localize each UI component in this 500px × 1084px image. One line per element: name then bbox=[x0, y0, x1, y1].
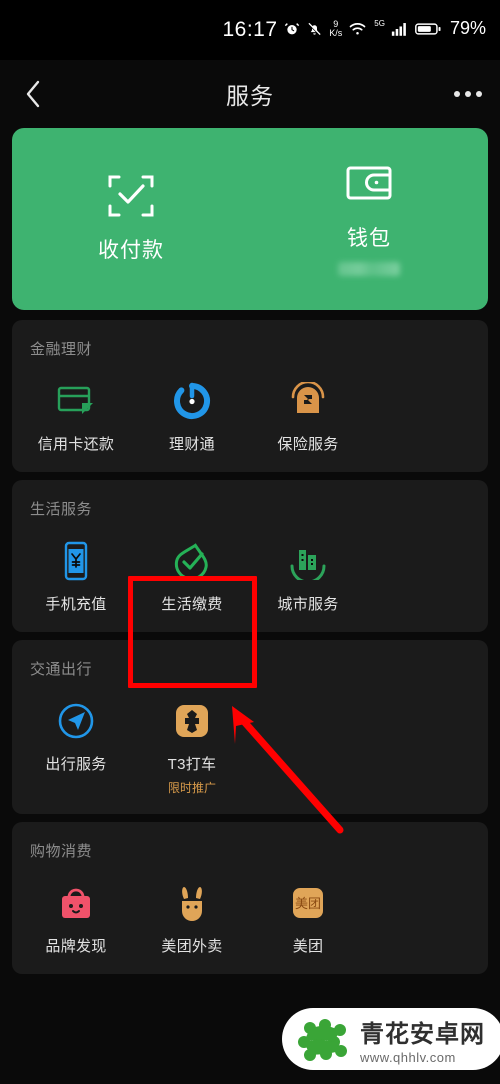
signal-bars-icon bbox=[391, 22, 408, 36]
brand-discovery-icon bbox=[57, 881, 95, 925]
tile-label: 出行服务 bbox=[45, 756, 107, 773]
licaitong-icon bbox=[173, 379, 211, 423]
tile-empty bbox=[366, 373, 482, 454]
tile-empty bbox=[250, 693, 366, 796]
tile-label: 城市服务 bbox=[277, 596, 339, 613]
wifi-icon bbox=[349, 22, 366, 36]
watermark-logo-icon bbox=[298, 1019, 347, 1061]
section-title-finance: 金融理财 bbox=[30, 341, 93, 358]
quick-action-pay-label: 收付款 bbox=[98, 239, 164, 262]
t3-taxi-icon bbox=[173, 699, 211, 743]
network-speed-indicator: 9 K/s bbox=[329, 19, 343, 38]
nav-bar: 服务 bbox=[0, 60, 500, 128]
tile-empty bbox=[366, 693, 482, 796]
section-title-transport: 交通出行 bbox=[30, 661, 93, 678]
section-grid-finance: 信用卡还款 理财通 保险服务 bbox=[12, 359, 488, 472]
watermark-text: 青花安卓网 www.qhhlv.com bbox=[360, 1014, 485, 1065]
battery-icon bbox=[415, 22, 441, 36]
tile-label: 美团外卖 bbox=[161, 938, 223, 955]
tile-city-service[interactable]: 城市服务 bbox=[250, 533, 366, 614]
status-bar: 16:17 9 K/s 5G 79% bbox=[0, 0, 500, 60]
life-payment-icon bbox=[172, 539, 212, 583]
back-button[interactable] bbox=[16, 77, 50, 111]
network-type-label: 5G bbox=[374, 19, 385, 28]
alarm-icon bbox=[284, 21, 300, 37]
quick-action-wallet[interactable]: 钱包 bbox=[250, 162, 488, 276]
tile-life-payment[interactable]: 生活缴费 bbox=[134, 533, 250, 614]
battery-percent-label: 79% bbox=[449, 18, 486, 38]
section-grid-transport: 出行服务 T3打车 限时推广 bbox=[12, 679, 488, 814]
network-speed-unit: K/s bbox=[329, 27, 343, 38]
bell-muted-icon bbox=[307, 21, 322, 37]
section-card-shopping: 购物消费 品牌发现 美团外卖 美团 美团 bbox=[12, 822, 488, 974]
section-grid-life: 手机充值 生活缴费 城市服务 bbox=[12, 519, 488, 632]
phone-screen: 16:17 9 K/s 5G 79% 服务 收付款 钱包 金融理财 信用卡还款 … bbox=[0, 0, 500, 1084]
more-dot bbox=[476, 91, 482, 97]
site-watermark: 青花安卓网 www.qhhlv.com bbox=[282, 1004, 500, 1078]
section-title-shopping: 购物消费 bbox=[30, 843, 93, 860]
more-options-button[interactable] bbox=[454, 91, 482, 97]
watermark-site-url: www.qhhlv.com bbox=[360, 1050, 456, 1065]
travel-service-icon bbox=[56, 699, 96, 743]
tile-label: 理财通 bbox=[169, 436, 215, 453]
tile-empty bbox=[366, 533, 482, 614]
wallet-balance-hidden bbox=[338, 262, 400, 276]
tile-label: 保险服务 bbox=[277, 436, 339, 453]
section-card-finance: 金融理财 信用卡还款 理财通 保险服务 bbox=[12, 320, 488, 472]
tile-brand-discovery[interactable]: 品牌发现 bbox=[18, 875, 134, 956]
section-card-life: 生活服务 手机充值 生活缴费 城市服务 bbox=[12, 480, 488, 632]
city-service-icon bbox=[288, 539, 328, 583]
status-icons: 9 K/s 5G 79% bbox=[284, 18, 486, 39]
svg-text:美团: 美团 bbox=[295, 896, 321, 911]
scan-pay-icon bbox=[105, 174, 157, 218]
tile-meituan[interactable]: 美团 美团 bbox=[250, 875, 366, 956]
tile-insurance[interactable]: 保险服务 bbox=[250, 373, 366, 454]
tile-label: 美团 bbox=[292, 938, 324, 955]
tile-credit-card-repay[interactable]: 信用卡还款 bbox=[18, 373, 134, 454]
meituan-icon: 美团 bbox=[289, 881, 327, 925]
more-dot bbox=[465, 91, 471, 97]
quick-action-wallet-label: 钱包 bbox=[347, 227, 391, 250]
section-card-transport: 交通出行 出行服务 T3打车 限时推广 bbox=[12, 640, 488, 814]
quick-actions-card: 收付款 钱包 bbox=[12, 128, 488, 310]
tile-promo-badge: 限时推广 bbox=[167, 781, 216, 795]
tile-t3-taxi[interactable]: T3打车 限时推广 bbox=[134, 693, 250, 796]
tile-label: T3打车 bbox=[167, 756, 217, 773]
wallet-icon bbox=[344, 162, 394, 206]
tile-travel-service[interactable]: 出行服务 bbox=[18, 693, 134, 796]
phone-recharge-icon bbox=[61, 539, 91, 583]
tile-label: 品牌发现 bbox=[45, 938, 107, 955]
tile-phone-recharge[interactable]: 手机充值 bbox=[18, 533, 134, 614]
credit-card-icon bbox=[56, 379, 96, 423]
tile-label: 手机充值 bbox=[45, 596, 107, 613]
tile-label: 信用卡还款 bbox=[37, 436, 115, 453]
insurance-icon bbox=[289, 379, 327, 423]
tile-label: 生活缴费 bbox=[161, 596, 223, 613]
watermark-site-name: 青花安卓网 bbox=[360, 1021, 485, 1048]
quick-action-pay[interactable]: 收付款 bbox=[12, 174, 250, 264]
section-grid-shopping: 品牌发现 美团外卖 美团 美团 bbox=[12, 861, 488, 974]
tile-licaitong[interactable]: 理财通 bbox=[134, 373, 250, 454]
meituan-waimai-icon bbox=[175, 881, 209, 925]
tile-empty bbox=[366, 875, 482, 956]
more-dot bbox=[454, 91, 460, 97]
section-title-life: 生活服务 bbox=[30, 501, 93, 518]
status-time: 16:17 bbox=[222, 18, 278, 41]
tile-meituan-waimai[interactable]: 美团外卖 bbox=[134, 875, 250, 956]
page-title: 服务 bbox=[226, 83, 274, 109]
